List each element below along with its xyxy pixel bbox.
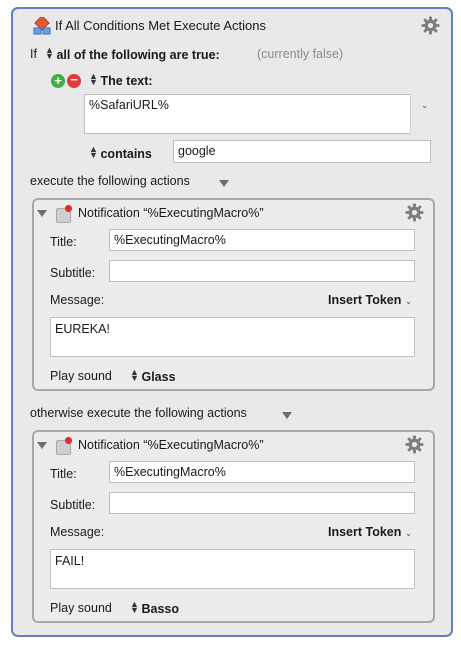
else-actions-menu-icon[interactable]: [282, 412, 292, 419]
remove-condition-button[interactable]: −: [67, 73, 81, 88]
operator-popup[interactable]: ▲ ▼ contains: [89, 144, 152, 162]
gear-icon[interactable]: [405, 435, 424, 454]
if-then-action-icon: [33, 15, 51, 35]
insert-token-button[interactable]: Insert Token ⌄: [328, 525, 412, 539]
else-actions-label: otherwise execute the following actions: [30, 406, 247, 420]
insert-token-label: Insert Token: [328, 525, 402, 539]
notification-action-1: Notification “%ExecutingMacro%” Title: %…: [32, 198, 435, 391]
stepper-icon: ▲ ▼: [89, 71, 98, 87]
title-field[interactable]: %ExecutingMacro%: [109, 461, 415, 483]
sound-popup[interactable]: ▲ ▼ Basso: [130, 599, 180, 617]
insert-token-label: Insert Token: [328, 293, 402, 307]
message-field[interactable]: EUREKA!: [50, 317, 415, 357]
chevron-down-icon: ⌄: [404, 296, 413, 306]
if-then-action-panel: If All Conditions Met Execute Actions If…: [11, 7, 453, 637]
collapse-triangle-icon[interactable]: [37, 442, 47, 449]
then-actions-label: execute the following actions: [30, 174, 190, 188]
title-label: Title:: [50, 467, 77, 481]
notification-action-title: Notification “%ExecutingMacro%”: [78, 438, 264, 452]
chevron-down-icon[interactable]: ⌄: [421, 100, 429, 111]
operator-label: contains: [100, 147, 152, 161]
title-value: %ExecutingMacro%: [114, 465, 226, 479]
notification-action-title: Notification “%ExecutingMacro%”: [78, 206, 264, 220]
gear-icon[interactable]: [405, 203, 424, 222]
operator-value-field[interactable]: google: [173, 140, 431, 163]
condition-mode-popup[interactable]: ▲ ▼ all of the following are true:: [45, 45, 220, 63]
condition-mode-label: all of the following are true:: [56, 48, 220, 62]
chevron-down-icon: ⌄: [404, 528, 413, 538]
sound-value: Basso: [141, 602, 180, 616]
text-field-scrollbar: [410, 94, 413, 134]
condition-status: (currently false): [257, 47, 344, 61]
collapse-triangle-icon[interactable]: [37, 210, 47, 217]
sound-popup[interactable]: ▲ ▼ Glass: [130, 367, 176, 385]
message-label: Message:: [50, 525, 105, 539]
subtitle-label: Subtitle:: [50, 266, 96, 280]
condition-text-field[interactable]: %SafariURL%: [84, 94, 411, 134]
stepper-icon: ▲ ▼: [45, 45, 54, 61]
add-condition-button[interactable]: +: [51, 74, 65, 88]
condition-text-value: %SafariURL%: [89, 98, 169, 112]
subtitle-field[interactable]: [109, 492, 415, 514]
title-value: %ExecutingMacro%: [114, 233, 226, 247]
subtitle-label: Subtitle:: [50, 498, 96, 512]
operator-value: google: [178, 144, 216, 158]
notification-action-2: Notification “%ExecutingMacro%” Title: %…: [32, 430, 435, 623]
title-field[interactable]: %ExecutingMacro%: [109, 229, 415, 251]
title-label: Title:: [50, 235, 77, 249]
stepper-icon: ▲ ▼: [89, 144, 98, 160]
condition-type-popup[interactable]: ▲ ▼ The text:: [89, 71, 153, 89]
notification-icon: [56, 437, 74, 455]
message-value: FAIL!: [55, 554, 85, 568]
insert-token-button[interactable]: Insert Token ⌄: [328, 293, 412, 307]
gear-icon[interactable]: [421, 16, 440, 35]
subtitle-field[interactable]: [109, 260, 415, 282]
play-sound-label: Play sound: [50, 369, 112, 383]
play-sound-label: Play sound: [50, 601, 112, 615]
message-field[interactable]: FAIL!: [50, 549, 415, 589]
message-label: Message:: [50, 293, 105, 307]
message-value: EUREKA!: [55, 322, 110, 336]
if-label: If: [30, 47, 37, 61]
then-actions-menu-icon[interactable]: [219, 180, 229, 187]
condition-type-label: The text:: [100, 74, 153, 88]
stepper-icon: ▲ ▼: [130, 367, 139, 383]
sound-value: Glass: [141, 370, 176, 384]
action-title: If All Conditions Met Execute Actions: [55, 18, 266, 33]
notification-icon: [56, 205, 74, 223]
stepper-icon: ▲ ▼: [130, 599, 139, 615]
